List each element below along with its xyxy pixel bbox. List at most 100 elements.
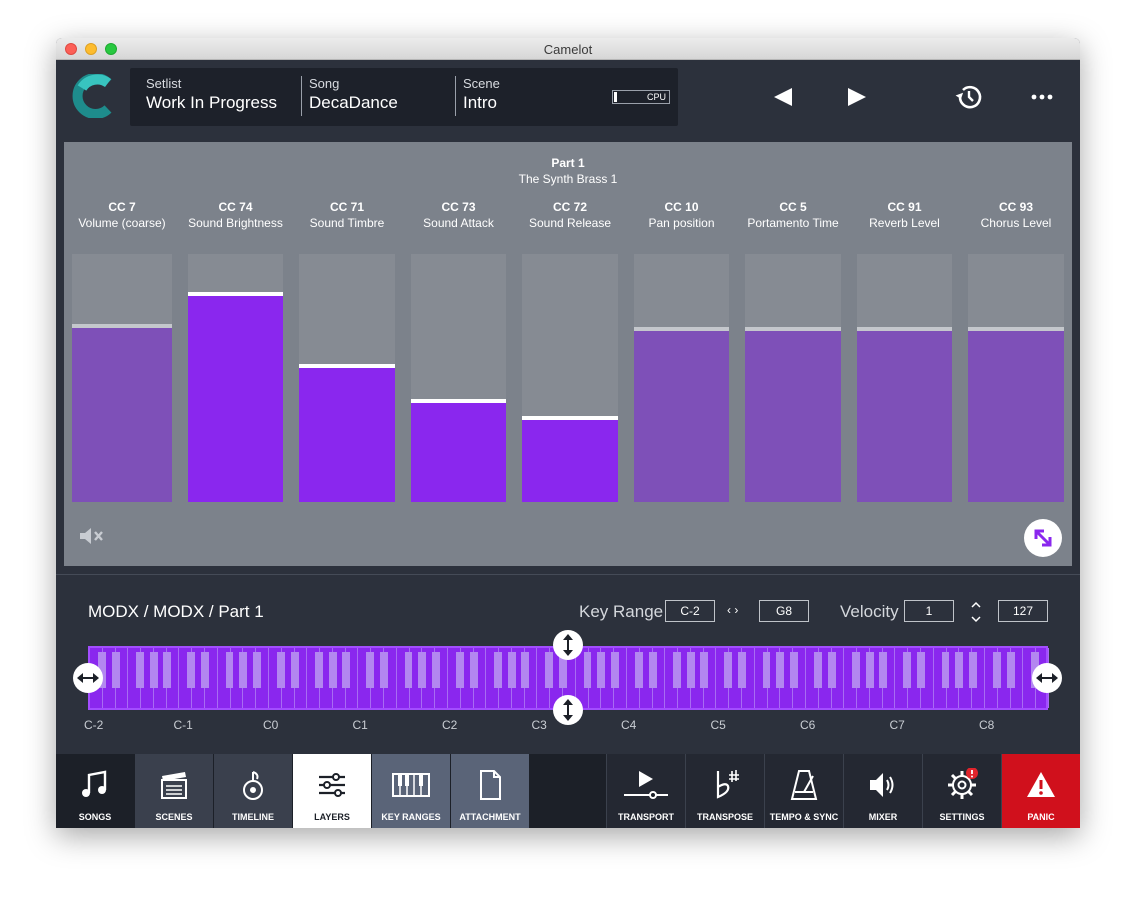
black-key[interactable] xyxy=(865,652,874,688)
black-key[interactable] xyxy=(521,652,530,688)
black-key[interactable] xyxy=(315,652,323,688)
tab-mixer[interactable]: MIXER xyxy=(844,754,922,828)
tab-settings[interactable]: SETTINGS xyxy=(923,754,1001,828)
tab-songs[interactable]: SONGS xyxy=(56,754,134,828)
tab-tempo[interactable]: TEMPO & SYNC xyxy=(765,754,843,828)
key-range-right-handle[interactable] xyxy=(1032,663,1062,693)
slider-level-line[interactable] xyxy=(299,364,395,368)
tab-layers[interactable]: LAYERS xyxy=(293,754,371,828)
tab-panic[interactable]: PANIC xyxy=(1002,754,1080,828)
slider-level-line[interactable] xyxy=(857,327,952,331)
black-key[interactable] xyxy=(136,652,144,688)
slider-level-line[interactable] xyxy=(522,416,618,420)
black-key[interactable] xyxy=(366,652,375,688)
black-key[interactable] xyxy=(879,652,888,688)
black-key[interactable] xyxy=(686,652,695,688)
cc-slider[interactable]: CC 74 Sound Brightness xyxy=(188,200,283,502)
black-key[interactable] xyxy=(648,652,657,688)
slider-level-line[interactable] xyxy=(634,327,729,331)
cc-slider[interactable]: CC 71 Sound Timbre xyxy=(299,200,395,502)
black-key[interactable] xyxy=(597,652,606,688)
cc-slider[interactable]: CC 5 Portamento Time xyxy=(745,200,841,502)
black-key[interactable] xyxy=(163,652,172,688)
tab-transpose[interactable]: TRANSPOSE xyxy=(686,754,764,828)
setlist-info-panel[interactable]: Setlist Work In Progress Song DecaDance … xyxy=(130,68,678,126)
black-key[interactable] xyxy=(776,652,785,688)
black-key[interactable] xyxy=(225,652,234,688)
slider-track[interactable] xyxy=(299,254,395,502)
slider-track[interactable] xyxy=(968,254,1064,502)
black-key[interactable] xyxy=(813,652,822,688)
setlist-info[interactable]: Setlist Work In Progress xyxy=(146,76,277,113)
velocity-step-icon[interactable] xyxy=(970,600,982,624)
previous-scene-icon[interactable] xyxy=(772,86,794,108)
black-key[interactable] xyxy=(494,652,502,688)
cc-slider[interactable]: CC 72 Sound Release xyxy=(522,200,618,502)
cc-slider[interactable]: CC 73 Sound Attack xyxy=(411,200,506,502)
black-key[interactable] xyxy=(992,652,1001,688)
black-key[interactable] xyxy=(968,652,977,688)
black-key[interactable] xyxy=(789,652,798,688)
black-key[interactable] xyxy=(738,652,747,688)
key-range-left-handle[interactable] xyxy=(73,663,103,693)
cc-slider[interactable]: CC 10 Pan position xyxy=(634,200,729,502)
cc-slider[interactable]: CC 93 Chorus Level xyxy=(968,200,1064,502)
black-key[interactable] xyxy=(418,652,427,688)
slider-track[interactable] xyxy=(411,254,506,502)
black-key[interactable] xyxy=(610,652,619,688)
black-key[interactable] xyxy=(455,652,464,688)
velocity-low-field[interactable]: 1 xyxy=(904,600,954,622)
black-key[interactable] xyxy=(149,652,158,688)
velocity-high-handle[interactable] xyxy=(553,630,583,660)
tab-timeline[interactable]: TIMELINE xyxy=(214,754,292,828)
black-key[interactable] xyxy=(762,652,771,688)
black-key[interactable] xyxy=(239,652,248,688)
black-key[interactable] xyxy=(724,652,733,688)
more-options-icon[interactable] xyxy=(1030,92,1054,102)
black-key[interactable] xyxy=(955,652,964,688)
tab-scenes[interactable]: SCENES xyxy=(135,754,213,828)
velocity-high-field[interactable]: 127 xyxy=(998,600,1048,622)
black-key[interactable] xyxy=(380,652,389,688)
slider-track[interactable] xyxy=(745,254,841,502)
black-key[interactable] xyxy=(917,652,926,688)
black-key[interactable] xyxy=(827,652,836,688)
black-key[interactable] xyxy=(507,652,516,688)
scene-info[interactable]: Scene Intro xyxy=(463,76,500,113)
black-key[interactable] xyxy=(469,652,478,688)
black-key[interactable] xyxy=(941,652,950,688)
black-key[interactable] xyxy=(634,652,643,688)
slider-track[interactable] xyxy=(188,254,283,502)
slider-level-line[interactable] xyxy=(188,292,283,296)
velocity-low-handle[interactable] xyxy=(553,695,583,725)
black-key[interactable] xyxy=(903,652,912,688)
black-key[interactable] xyxy=(431,652,440,688)
black-key[interactable] xyxy=(187,652,196,688)
song-info[interactable]: Song DecaDance xyxy=(309,76,398,113)
black-key[interactable] xyxy=(673,652,681,688)
black-key[interactable] xyxy=(201,652,210,688)
key-range-high-field[interactable]: G8 xyxy=(759,600,809,622)
tab-attachment[interactable]: ATTACHMENT xyxy=(451,754,529,828)
history-icon[interactable] xyxy=(954,82,984,112)
next-scene-icon[interactable] xyxy=(846,86,868,108)
tab-keyranges[interactable]: KEY RANGES xyxy=(372,754,450,828)
black-key[interactable] xyxy=(342,652,351,688)
slider-level-line[interactable] xyxy=(411,399,506,403)
black-key[interactable] xyxy=(404,652,413,688)
mute-icon[interactable] xyxy=(78,526,106,546)
black-key[interactable] xyxy=(290,652,299,688)
key-range-low-field[interactable]: C-2 xyxy=(665,600,715,622)
black-key[interactable] xyxy=(700,652,709,688)
black-key[interactable] xyxy=(328,652,337,688)
black-key[interactable] xyxy=(111,652,120,688)
black-key[interactable] xyxy=(252,652,261,688)
black-key[interactable] xyxy=(852,652,860,688)
black-key[interactable] xyxy=(1006,652,1015,688)
slider-track[interactable] xyxy=(522,254,618,502)
expand-button[interactable] xyxy=(1024,519,1062,557)
slider-track[interactable] xyxy=(634,254,729,502)
slider-track[interactable] xyxy=(72,254,172,502)
tab-transport[interactable]: TRANSPORT xyxy=(607,754,685,828)
key-range-step-icon[interactable]: ‹ › xyxy=(727,603,738,617)
